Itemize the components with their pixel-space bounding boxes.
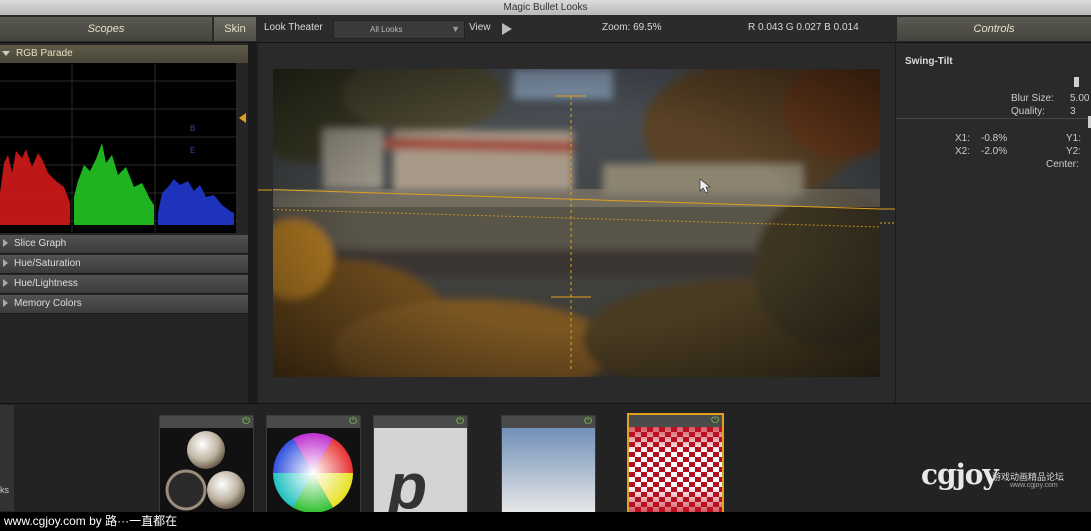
scopes-header: Scopes	[0, 17, 212, 41]
power-icon[interactable]: ⏻	[456, 416, 464, 428]
checkerboard-icon	[629, 427, 722, 512]
power-icon[interactable]: ⏻	[242, 416, 250, 428]
expand-arrow-icon	[3, 259, 8, 268]
play-icon[interactable]	[498, 20, 516, 38]
gradient-tool[interactable]: ⏻	[501, 415, 596, 514]
expand-arrow-icon	[3, 299, 8, 308]
tools-drawer-label: ks	[0, 485, 9, 495]
controls-header: Controls	[897, 17, 1091, 41]
rgb-parade-scope: B E	[0, 63, 236, 233]
center-label: Center:	[1046, 159, 1079, 170]
param-slider-handle[interactable]	[1074, 77, 1079, 87]
tilt-guide-lines	[258, 189, 895, 224]
y2-label: Y2:	[1066, 146, 1082, 157]
rgb-parade-title: RGB Parade	[16, 48, 73, 59]
window-title: Magic Bullet Looks	[0, 0, 1091, 15]
svg-text:p: p	[386, 450, 427, 513]
cgjoy-logo: cgjoy	[921, 458, 999, 491]
dropdown-arrow-icon: ▼	[451, 24, 460, 34]
color-wheel-tool[interactable]: ⏻	[266, 415, 361, 514]
collapse-arrow-icon	[2, 50, 10, 56]
svg-text:E: E	[190, 146, 195, 155]
section-memory-colors[interactable]: Memory Colors	[0, 295, 248, 314]
y1-label: Y1:	[1066, 133, 1082, 144]
svg-text:B: B	[190, 124, 195, 133]
x2-value[interactable]: -2.0%	[981, 146, 1007, 157]
pop-tool-icon: p	[374, 428, 467, 513]
looks-dropdown[interactable]: All Looks ▼	[333, 20, 465, 39]
lens-tool-icon	[165, 431, 245, 511]
x2-label: X2:	[955, 146, 971, 157]
look-theater-label: Look Theater	[264, 22, 323, 33]
section-label: Hue/Saturation	[14, 258, 81, 269]
scope-level-marker-icon[interactable]	[237, 112, 247, 124]
scopes-scrollbar[interactable]	[248, 43, 256, 403]
controls-panel	[896, 43, 1091, 403]
rgb-parade-header[interactable]: RGB Parade	[0, 45, 248, 63]
swing-tilt-tool[interactable]: ⏻	[627, 413, 724, 514]
skin-button[interactable]: Skin	[214, 17, 256, 41]
pop-tool[interactable]: ⏻ p	[373, 415, 468, 514]
looks-dropdown-value: All Looks	[370, 25, 403, 34]
divider	[896, 118, 1091, 119]
x1-value[interactable]: -0.8%	[981, 133, 1007, 144]
power-icon[interactable]: ⏻	[711, 415, 719, 427]
section-slice-graph[interactable]: Slice Graph	[0, 235, 248, 254]
expand-arrow-icon	[3, 279, 8, 288]
blur-size-label: Blur Size:	[1011, 93, 1054, 104]
section-label: Hue/Lightness	[14, 278, 78, 289]
zoom-readout: Zoom: 69.5%	[602, 22, 662, 33]
power-icon[interactable]: ⏻	[584, 416, 592, 428]
x1-label: X1:	[955, 133, 971, 144]
section-hue-lightness[interactable]: Hue/Lightness	[0, 275, 248, 294]
power-icon[interactable]: ⏻	[349, 416, 357, 428]
tool-name: Swing-Tilt	[905, 56, 953, 67]
expand-arrow-icon	[3, 239, 8, 248]
view-label[interactable]: View	[469, 22, 491, 33]
section-hue-saturation[interactable]: Hue/Saturation	[0, 255, 248, 274]
color-wheel-icon	[273, 433, 353, 513]
section-label: Slice Graph	[14, 238, 67, 249]
section-label: Memory Colors	[14, 298, 82, 309]
footer-credit: www.cgjoy.com by 路···一直都在	[0, 512, 1091, 531]
lens-tool[interactable]: ⏻	[159, 415, 254, 514]
tools-drawer-tab[interactable]: ks	[0, 405, 14, 511]
gradient-tool-icon	[502, 428, 595, 513]
quality-value[interactable]: 3	[1070, 106, 1076, 117]
watermark-url: www.cgjoy.com	[1010, 482, 1058, 489]
blur-size-value[interactable]: 5.00	[1070, 93, 1089, 104]
rgb-readout: R 0.043 G 0.027 B 0.014	[748, 22, 859, 33]
quality-label: Quality:	[1011, 106, 1045, 117]
